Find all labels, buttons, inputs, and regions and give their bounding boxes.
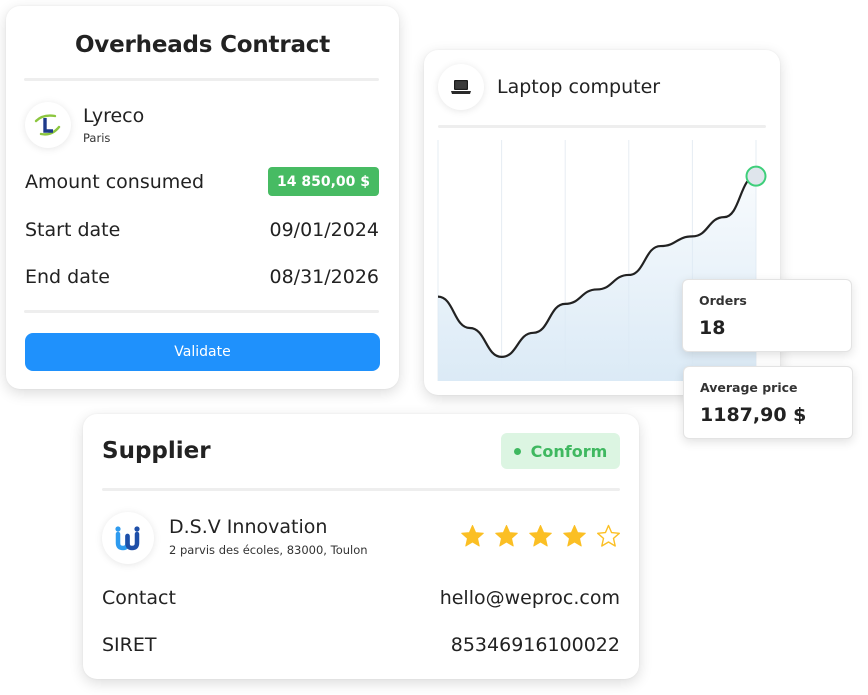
contact-email[interactable]: hello@weproc.com bbox=[440, 587, 620, 609]
chart-last-point-marker[interactable] bbox=[745, 165, 767, 187]
star-filled-icon[interactable] bbox=[528, 524, 553, 548]
orders-stat-card: Orders 18 bbox=[682, 279, 852, 352]
company-city: Paris bbox=[83, 131, 111, 145]
amount-consumed-badge: 14 850,00 $ bbox=[268, 167, 379, 196]
star-empty-icon[interactable] bbox=[596, 524, 621, 548]
status-dot-icon bbox=[513, 447, 521, 455]
contact-label: Contact bbox=[102, 587, 176, 609]
status-badge: Conform bbox=[501, 433, 620, 469]
lyreco-logo-icon bbox=[25, 102, 71, 148]
contract-title: Overheads Contract bbox=[74, 32, 331, 58]
amount-consumed-label: Amount consumed bbox=[25, 171, 205, 193]
star-filled-icon[interactable] bbox=[562, 524, 587, 548]
star-rating[interactable] bbox=[460, 524, 621, 548]
start-date-value: 09/01/2024 bbox=[269, 219, 379, 241]
siret-value: 85346916100022 bbox=[450, 634, 620, 656]
supplier-card: Supplier Conform D.S.V Innovation 2 parv… bbox=[83, 414, 639, 679]
validate-button[interactable]: Validate bbox=[25, 333, 380, 371]
average-price-stat-card: Average price 1187,90 $ bbox=[683, 366, 853, 439]
average-price-label: Average price bbox=[700, 380, 798, 395]
divider bbox=[24, 78, 379, 81]
status-label: Conform bbox=[530, 441, 608, 461]
star-filled-icon[interactable] bbox=[460, 524, 485, 548]
company-name: Lyreco bbox=[83, 105, 145, 127]
supplier-name: D.S.V Innovation bbox=[169, 516, 328, 538]
average-price-value: 1187,90 $ bbox=[700, 404, 807, 426]
start-date-label: Start date bbox=[25, 219, 121, 241]
supplier-address: 2 parvis des écoles, 83000, Toulon bbox=[169, 543, 368, 557]
end-date-value: 08/31/2026 bbox=[269, 266, 379, 288]
contract-card: Overheads Contract Lyreco Paris Amount c… bbox=[6, 6, 399, 389]
divider bbox=[24, 310, 379, 313]
siret-label: SIRET bbox=[102, 634, 157, 656]
orders-label: Orders bbox=[699, 293, 747, 308]
weproc-logo-icon bbox=[102, 512, 154, 564]
divider bbox=[102, 488, 620, 491]
end-date-label: End date bbox=[25, 266, 110, 288]
orders-value: 18 bbox=[699, 317, 726, 339]
star-filled-icon[interactable] bbox=[494, 524, 519, 548]
supplier-title: Supplier bbox=[102, 438, 211, 464]
